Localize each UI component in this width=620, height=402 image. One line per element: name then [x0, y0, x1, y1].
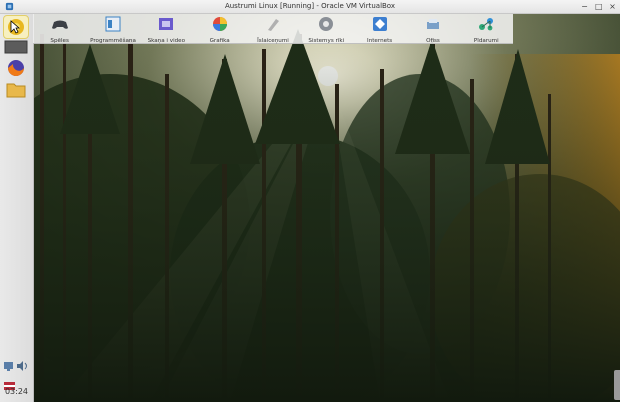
desktop-wallpaper [0, 14, 620, 402]
clock[interactable]: 03:24 [0, 387, 33, 396]
folder-icon [6, 83, 26, 98]
film-icon [159, 18, 174, 30]
category-accessories[interactable]: Īslaiceņumi [247, 14, 299, 44]
virtualbox-icon [5, 2, 14, 11]
category-label: Skaņa i video [147, 38, 186, 44]
molecule-icon [479, 18, 494, 31]
category-system-tools[interactable]: Sistemys rīki [300, 14, 352, 44]
volume-icon[interactable] [17, 361, 27, 371]
category-graphics[interactable]: Grafika [194, 14, 246, 44]
forest-wallpaper-image [0, 14, 620, 402]
window-titlebar: Austrumi Linux [Running] - Oracle VM Vir… [0, 0, 620, 14]
category-label: Grafika [209, 38, 230, 44]
category-label: Spēles [50, 38, 69, 44]
category-label: Programmēšana [90, 38, 136, 44]
gamepad-icon [51, 20, 68, 29]
firefox-icon [8, 60, 24, 76]
category-applications[interactable]: Pīdarumi [460, 14, 512, 44]
category-games[interactable]: Spēles [34, 14, 86, 44]
mouse-cursor-icon [10, 20, 20, 34]
left-launcher-panel: 03:24 [0, 14, 34, 402]
code-editor-icon [105, 16, 121, 32]
network-icon[interactable] [4, 362, 13, 371]
category-label: Īslaiceņumi [257, 38, 289, 44]
category-internet[interactable]: Internets [354, 14, 406, 44]
globe-network-icon [372, 17, 387, 31]
window-title: Austrumi Linux [Running] - Oracle VM Vir… [224, 2, 396, 10]
minimize-button[interactable]: − [581, 3, 588, 11]
category-programming[interactable]: Programmēšana [87, 14, 139, 44]
terminal-icon [4, 40, 28, 54]
application-category-bar: Spēles Programmēšana Skaņa i video Grafi… [33, 14, 513, 44]
category-label: Pīdarumi [473, 38, 499, 44]
close-button[interactable]: × [609, 3, 616, 11]
maximize-button[interactable]: □ [595, 3, 603, 11]
category-label: Internets [367, 38, 393, 44]
printer-icon [426, 19, 439, 29]
pen-tool-icon [267, 19, 279, 31]
category-label: Ofiss [426, 38, 440, 44]
category-office[interactable]: Ofiss [407, 14, 459, 44]
category-label: Sistemys rīki [308, 38, 345, 44]
file-manager-launcher[interactable] [4, 79, 28, 101]
category-sound-video[interactable]: Skaņa i video [140, 14, 192, 44]
gear-icon [319, 17, 334, 31]
firefox-launcher[interactable] [4, 57, 28, 79]
right-edge-scroll-handle[interactable] [614, 370, 620, 400]
color-wheel-icon [212, 17, 227, 31]
